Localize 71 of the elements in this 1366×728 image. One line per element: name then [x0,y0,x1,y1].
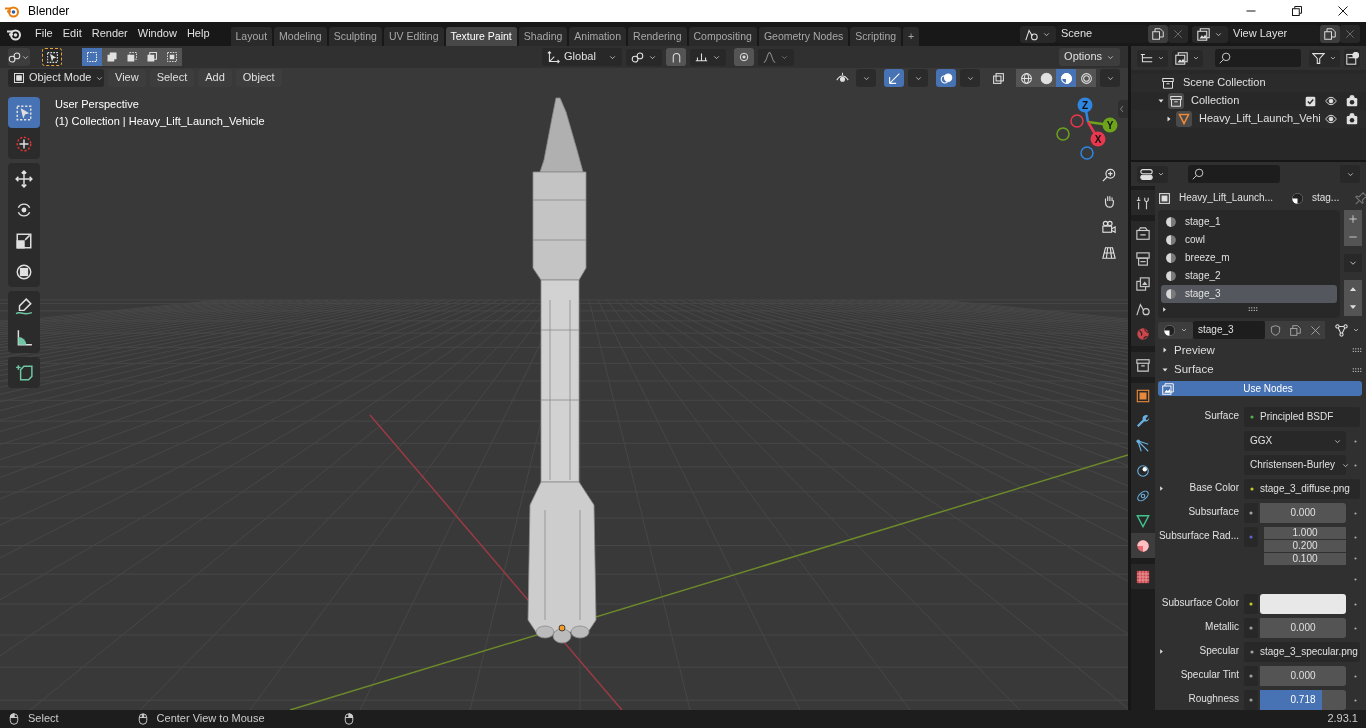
add-workspace-button[interactable]: + [903,27,920,46]
window-title: Blender [28,3,70,19]
workspace-tab[interactable]: Scripting [850,27,902,46]
object-name: Heavy_Lift_Launch... [1179,192,1273,205]
menu-item[interactable]: Edit [57,25,87,43]
field-label: Base Color [1189,482,1239,494]
field-label: Subsurface Color [1161,597,1239,609]
socket-link-field[interactable]: stage_3_diffuse.png [1244,479,1360,499]
panel-header[interactable]: Preview [1158,342,1362,359]
mode-dropdown[interactable]: Object Mode [8,69,104,87]
workspace-tab[interactable]: Shading [518,27,568,46]
use-nodes-button[interactable]: Use Nodes [1158,381,1362,396]
field-label: Subsurface Rad... [1158,530,1239,542]
tree-item-label[interactable]: Collection [1191,94,1302,108]
socket-link-field[interactable]: stage_3_specular.png [1244,642,1360,662]
field-label: Specular [1199,645,1239,657]
status-hint: Select [28,712,59,726]
tree-item-label[interactable]: Scene Collection [1183,76,1358,90]
number-field[interactable]: 0.200 [1264,540,1346,552]
material-name-field[interactable]: stage_3 [1193,321,1265,340]
number-field[interactable]: 0.100 [1264,553,1346,565]
menu-item[interactable]: View [108,69,146,87]
menu-item[interactable]: Window [132,25,182,43]
panel-header[interactable]: Surface [1158,361,1362,379]
number-field[interactable]: 0.000 [1260,666,1346,686]
workspace-tab[interactable]: Modeling [274,27,327,46]
field-label: Metallic [1205,621,1239,633]
workspace-tab[interactable]: UV Editing [383,27,444,46]
status-hint: Center View to Mouse [156,712,265,726]
axis-handle[interactable]: X [1090,131,1106,147]
material-slot[interactable]: stage_1 [1161,213,1337,232]
number-field[interactable]: 0.000 [1260,618,1346,638]
workspace-tab[interactable]: Texture Paint [445,27,517,46]
workspace-tab[interactable]: Animation [569,27,627,46]
socket-link-field[interactable]: Principled BSDF [1244,407,1360,427]
menu-item[interactable]: Object [235,69,282,87]
menu-item[interactable]: Render [86,25,133,43]
workspace-tab[interactable]: Compositing [688,27,757,46]
tree-item-label[interactable]: Heavy_Lift_Launch_Vehi [1199,112,1322,126]
material-name: stag... [1311,192,1340,205]
workspace-tab[interactable]: Rendering [628,27,687,46]
slider-field[interactable]: 0.718 [1260,690,1346,710]
view-name: User Perspective [55,98,139,112]
material-slot[interactable]: stage_2 [1161,267,1337,286]
field-label: Specular Tint [1180,669,1239,681]
material-slot[interactable]: stage_3 [1161,285,1337,304]
axis-handle[interactable]: Y [1102,117,1118,133]
number-field[interactable]: 1.000 [1264,527,1346,539]
material-slot[interactable]: cowl [1161,231,1337,250]
options-dropdown[interactable]: Options [1059,48,1120,66]
material-slot[interactable]: breeze_m [1161,249,1337,268]
workspace-tab[interactable]: Layout [230,27,273,46]
field-label: Surface [1204,410,1239,422]
axis-handle[interactable]: Z [1077,97,1093,113]
object-info: (1) Collection | Heavy_Lift_Launch_Vehicle [55,115,265,129]
field-label: Roughness [1188,693,1239,705]
field-label: Subsurface [1188,506,1239,518]
view-layer-name-field[interactable]: View Layer [1228,25,1320,43]
scene-name-field[interactable]: Scene [1056,25,1148,43]
workspace-tab[interactable]: Sculpting [328,27,382,46]
version-label: 2.93.1 [1327,712,1358,726]
number-field[interactable]: 0.000 [1260,503,1346,523]
workspace-tab[interactable]: Geometry Nodes [758,27,849,46]
transform-orientation-dropdown[interactable]: Global [542,48,623,66]
menu-item[interactable]: Add [198,69,232,87]
dropdown-field[interactable]: Christensen-Burley [1244,455,1346,475]
menu-item[interactable]: Select [149,69,195,87]
dropdown-field[interactable]: GGX [1244,431,1346,451]
slider-value: 0.718 [1290,694,1316,706]
menu-item[interactable]: File [30,25,58,43]
menu-item[interactable]: Help [181,25,215,43]
